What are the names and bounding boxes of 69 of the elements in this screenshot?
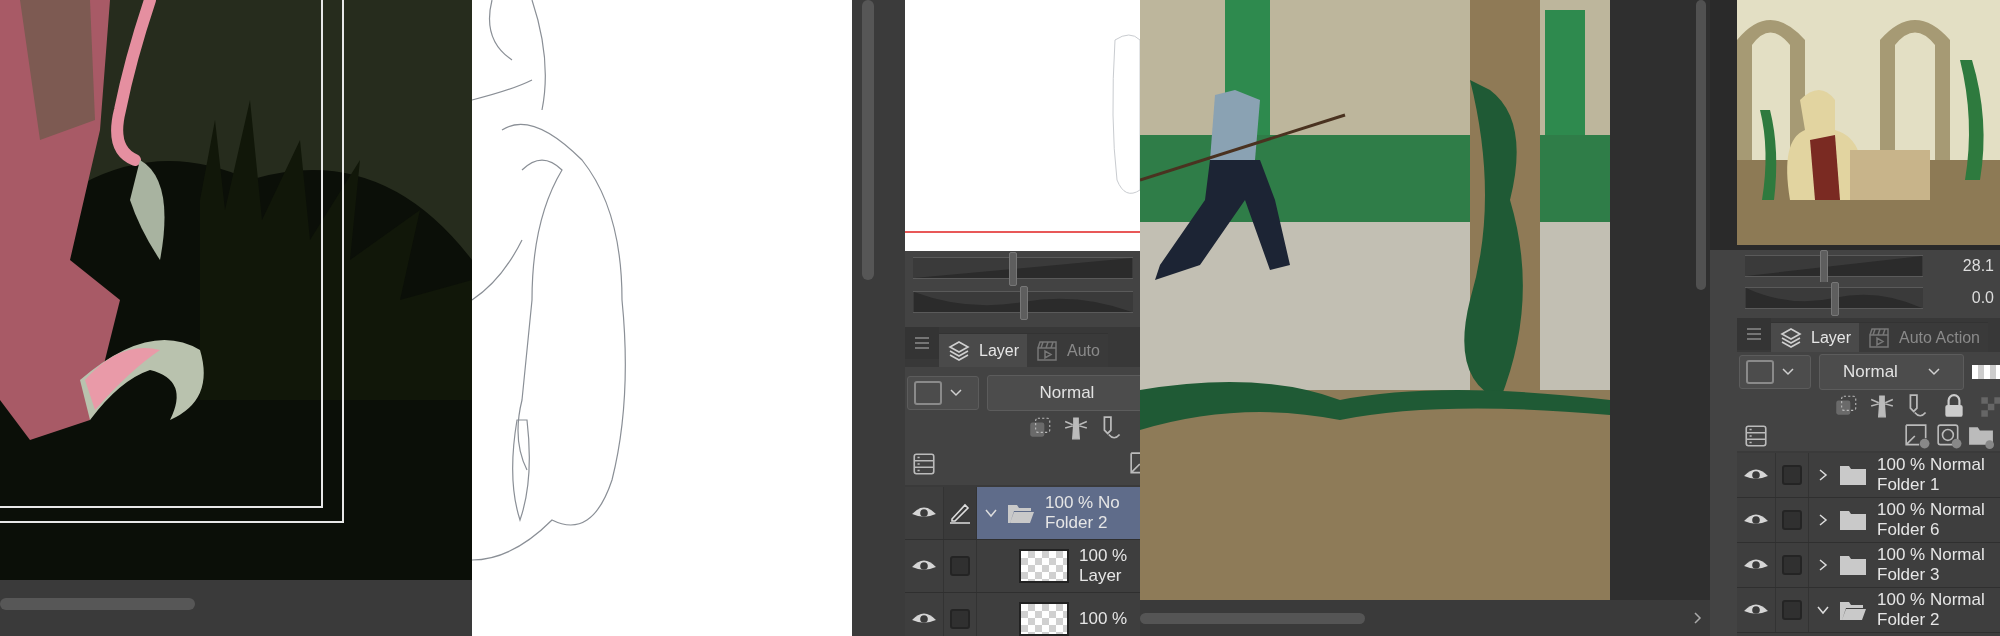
clapperboard-icon (1867, 325, 1892, 350)
checkbox[interactable] (1782, 600, 1802, 620)
layer-mode: 100 % (1079, 609, 1128, 629)
panel-tab[interactable]: Layer (1771, 322, 1860, 352)
layer-name: Layer (1079, 566, 1123, 586)
folder-icon (1839, 554, 1867, 576)
layer-name: Folder 3 (1877, 565, 1941, 585)
menu-icon[interactable] (905, 327, 939, 359)
horizontal-scrollbar[interactable] (1140, 600, 1710, 636)
layer-mode: 100 % (1079, 546, 1128, 566)
checkbox[interactable] (950, 609, 970, 629)
slider-thumb[interactable] (1820, 250, 1829, 284)
layer-name: Folder 2 (1877, 610, 1941, 630)
layer-row[interactable]: 100 % Normal Folder 6 (1737, 498, 2000, 543)
layer-list-icon[interactable] (1743, 423, 1769, 449)
slider-value: 0.0 (1971, 289, 1994, 307)
blend-mode-dropdown[interactable]: Normal (1819, 354, 1964, 390)
curve-slider[interactable] (913, 252, 1133, 284)
layer-mode: 100 % Normal (1877, 590, 1985, 610)
layer-mode: 100 % Normal (1877, 500, 1985, 520)
layer-name: Folder 1 (1877, 475, 1941, 495)
slider-thumb[interactable] (1831, 282, 1839, 316)
layer-thumbnail (1019, 549, 1069, 583)
layer-name: Folder 2 (1045, 513, 1109, 533)
layers-icon (947, 338, 971, 363)
layer-row[interactable]: 100 % Normal Folder 1 (1737, 453, 2000, 498)
slider-thumb[interactable] (1020, 286, 1028, 320)
chevron-icon[interactable] (1817, 469, 1829, 481)
open-folder-icon (1839, 599, 1867, 621)
layer-name: Folder 6 (1877, 520, 1941, 540)
layer-mode: 100 % Normal (1877, 455, 1985, 475)
caret-icon (950, 389, 962, 397)
horizontal-scrollbar[interactable] (0, 580, 472, 636)
layer-mode: 100 % Normal (1877, 545, 1985, 565)
curve-slider[interactable] (1745, 250, 1923, 282)
checkbox[interactable] (1782, 555, 1802, 575)
chevron-icon[interactable] (985, 507, 997, 519)
chevron-icon[interactable] (1817, 514, 1829, 526)
color-dropdown[interactable] (1739, 355, 1811, 389)
lighthouse-icon[interactable] (1063, 415, 1089, 441)
layer-thumbnail (1019, 602, 1069, 636)
layer-mode: 100 % No (1045, 493, 1120, 513)
chevron-icon[interactable] (1817, 604, 1829, 616)
transparency-swatch (1972, 365, 2000, 379)
checkbox[interactable] (950, 556, 970, 576)
layer-row[interactable]: 100 % Normal Folder 2 (1737, 588, 2000, 633)
folder-icon (1839, 509, 1867, 531)
caret-icon (1927, 368, 1940, 376)
layer-row[interactable]: 100 % (905, 593, 1140, 636)
color-dropdown[interactable] (907, 376, 979, 410)
clapperboard-icon (1035, 338, 1060, 363)
new-3d-layer-icon[interactable] (1936, 423, 1962, 449)
scroll-right-icon[interactable] (1692, 612, 1702, 624)
layers-icon (1779, 325, 1803, 350)
lighthouse-icon[interactable] (1869, 393, 1895, 419)
blend-mode-dropdown[interactable]: Normal (987, 375, 1140, 411)
new-layer-icon[interactable] (1904, 423, 1930, 449)
menu-icon[interactable] (1737, 318, 1771, 350)
folder-icon (1839, 464, 1867, 486)
checkbox[interactable] (1782, 465, 1802, 485)
slider-thumb[interactable] (1009, 252, 1017, 286)
open-folder-icon (1007, 502, 1035, 524)
layer-list-icon[interactable] (911, 451, 937, 477)
slider-value: 28.1 (1962, 257, 1994, 275)
panel-tab[interactable]: Layer (939, 333, 1028, 367)
checkbox[interactable] (1782, 510, 1802, 530)
layer-row[interactable]: 100 % Normal Folder 3 (1737, 543, 2000, 588)
caret-icon (1782, 368, 1794, 376)
chevron-icon[interactable] (1817, 559, 1829, 571)
